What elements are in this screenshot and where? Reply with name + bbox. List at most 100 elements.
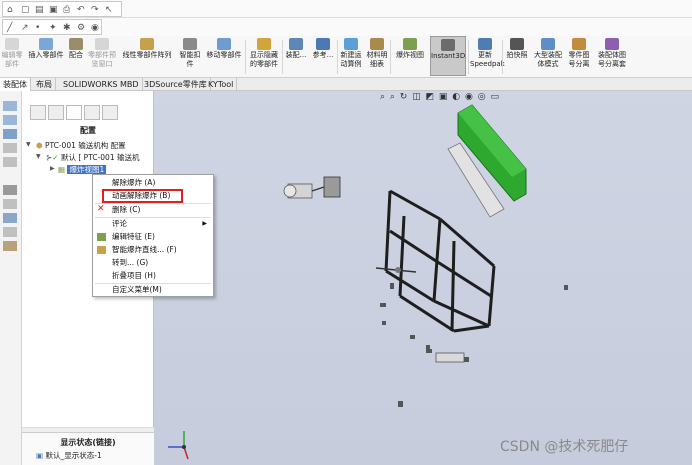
tab-solidworks-mbd[interactable]: SOLIDWORKS MBD	[60, 78, 143, 91]
tool-icon[interactable]	[3, 199, 17, 209]
command-manager-ribbon: 编辑零 部件 插入零部件 配合 零部件预 览窗口 线性零部件阵列 智能扣 件 移…	[0, 36, 692, 78]
edit-component-button[interactable]: 编辑零 部件	[0, 36, 24, 76]
take-snapshot-button[interactable]: 拍快照	[504, 36, 530, 76]
open-icon[interactable]: ▤	[35, 5, 44, 15]
property-icon[interactable]	[3, 115, 17, 125]
sketch-icon[interactable]: ╱	[7, 23, 12, 33]
tool-icon[interactable]	[3, 227, 17, 237]
point-icon[interactable]: •	[35, 23, 40, 33]
tab-kytool[interactable]: KYTool	[205, 78, 238, 91]
reference-geometry-button[interactable]: 参考...	[310, 36, 336, 76]
menu-item-delete[interactable]: ✕ 删除 (C)	[93, 204, 213, 216]
line-icon[interactable]: ↗	[21, 23, 29, 33]
speedpak-icon	[478, 38, 492, 50]
new-doc-icon[interactable]: ▢	[21, 5, 30, 15]
menu-item-goto[interactable]: 转到... (G)	[93, 257, 213, 269]
graphics-viewport[interactable]: ⌕ ⌕ ↻ ◫ ◩ ▣ ◐ ◉ ◎ ▭	[154, 91, 692, 465]
assembly-number-split-button[interactable]: 装配体图 号分离套	[594, 36, 630, 76]
tab-3dsource[interactable]: 3DSource零件库	[141, 78, 211, 91]
ribbon-divider	[337, 40, 338, 74]
redo-icon[interactable]: ↷	[91, 5, 99, 15]
smart-fastener-button[interactable]: 智能扣 件	[178, 36, 202, 76]
assembly-features-button[interactable]: 装配...	[284, 36, 308, 76]
print-icon[interactable]: ⎙	[63, 5, 70, 15]
menu-item-smart-explode-line[interactable]: 智能爆炸直线... (F)	[93, 244, 213, 256]
featuremanager-tab[interactable]	[30, 105, 46, 120]
tab-layout[interactable]: 布局	[33, 78, 56, 91]
edit-feature-icon	[97, 233, 106, 241]
config-icon[interactable]	[3, 129, 17, 139]
update-speedpak-button[interactable]: 更新 Speedpak	[470, 36, 505, 76]
ribbon-label: 拍快照	[506, 51, 528, 59]
undo-icon[interactable]: ↶	[77, 5, 85, 15]
ribbon-label: 编辑零 部件	[1, 51, 23, 68]
edit-component-icon	[5, 38, 19, 50]
menu-item-label: 评论	[112, 219, 127, 228]
part-number-split-button[interactable]: 零件图 号分离	[566, 36, 592, 76]
new-motion-study-button[interactable]: 新建运 动算例	[339, 36, 363, 76]
quick-access-toolbar: ⌂ ▢ ▤ ▣ ⎙ ↶ ↷ ↖	[2, 1, 122, 17]
tool-icon[interactable]	[3, 213, 17, 223]
propertymanager-tab[interactable]	[48, 105, 64, 120]
explode-icon: ▦	[58, 165, 66, 174]
delete-icon: ✕	[97, 204, 105, 214]
tab-assembly[interactable]: 装配体	[0, 78, 31, 91]
tree-explode-label: 爆炸视图1	[67, 165, 107, 174]
linear-pattern-button[interactable]: 线性零部件阵列	[118, 36, 176, 76]
mate-button[interactable]: 配合	[66, 36, 86, 76]
expand-icon[interactable]: ▼	[26, 141, 31, 148]
show-hidden-button[interactable]: 显示隐藏 的零部件	[247, 36, 281, 76]
options-icon[interactable]: ⚙	[77, 23, 85, 33]
exploded-view-button[interactable]: 爆炸视图	[392, 36, 428, 76]
snap-icon[interactable]: ✦	[49, 23, 57, 33]
large-assembly-mode-button[interactable]: 大型装配 体模式	[532, 36, 564, 76]
feature-tree-icon[interactable]	[3, 101, 17, 111]
assembly-features-icon	[289, 38, 303, 50]
assembly-split-icon	[605, 38, 619, 50]
select-icon[interactable]: ↖	[105, 5, 113, 15]
menu-item-collapse-items[interactable]: 折叠项目 (H)	[93, 270, 213, 282]
home-icon[interactable]: ⌂	[7, 5, 13, 15]
instant3d-button[interactable]: Instant3D	[430, 36, 466, 76]
dimxpert-icon[interactable]	[3, 143, 17, 153]
sound-icon[interactable]: ◉	[91, 23, 99, 33]
menu-item-label: 转到... (G)	[112, 258, 149, 267]
ribbon-label: 零件图 号分离	[568, 51, 590, 68]
save-icon[interactable]: ▣	[49, 5, 58, 15]
quick-access-bar-2: ╱ ↗ • ✦ ✱ ⚙ ◉	[0, 18, 692, 36]
ribbon-label: 显示隐藏 的零部件	[250, 51, 278, 68]
menu-item-collapse-explode[interactable]: 解除爆炸 (A)	[93, 177, 213, 189]
motion-study-icon	[344, 38, 358, 50]
reference-geometry-icon	[316, 38, 330, 50]
bill-of-materials-button[interactable]: 材料明 细表	[365, 36, 389, 76]
component-preview-button[interactable]: 零部件预 览窗口	[88, 36, 116, 76]
display-state-item[interactable]: ▣ 默认_显示状态-1	[36, 450, 102, 461]
tree-config[interactable]: ⊱✓ 默认 [ PTC-001 输送机	[46, 153, 140, 163]
rebuild-icon[interactable]: ✱	[63, 23, 71, 33]
menu-item-comment[interactable]: 评论 ▶	[93, 218, 213, 230]
smart-fastener-icon	[183, 38, 197, 50]
display-icon[interactable]	[3, 157, 17, 167]
left-icon-strip	[0, 91, 22, 465]
tool-icon[interactable]	[3, 185, 17, 195]
frame-part	[384, 189, 496, 333]
large-assembly-icon	[541, 38, 555, 50]
menu-item-label: 智能爆炸直线... (F)	[112, 245, 177, 254]
insert-component-button[interactable]: 插入零部件	[26, 36, 66, 76]
part-split-icon	[572, 38, 586, 50]
expand-icon[interactable]: ▼	[36, 153, 41, 160]
display-manager-tab[interactable]	[102, 105, 118, 120]
display-state-title: 显示状态(链接)	[60, 438, 116, 447]
configurationmanager-tab[interactable]	[66, 105, 82, 120]
move-component-button[interactable]: 移动零部件	[204, 36, 244, 76]
menu-item-customize[interactable]: 自定义菜单(M)	[93, 284, 213, 296]
tool-icon[interactable]	[3, 241, 17, 251]
ribbon-divider	[245, 40, 246, 74]
expand-icon[interactable]: ▶	[50, 165, 55, 172]
tree-root[interactable]: ⬢ PTC-001 输送机构 配置	[36, 141, 126, 151]
dimxpert-tab[interactable]	[84, 105, 100, 120]
ribbon-divider	[502, 40, 503, 74]
menu-item-edit-feature[interactable]: 编辑特征 (E)	[93, 231, 213, 243]
motor-part	[283, 176, 341, 199]
ribbon-label: 移动零部件	[206, 51, 242, 59]
